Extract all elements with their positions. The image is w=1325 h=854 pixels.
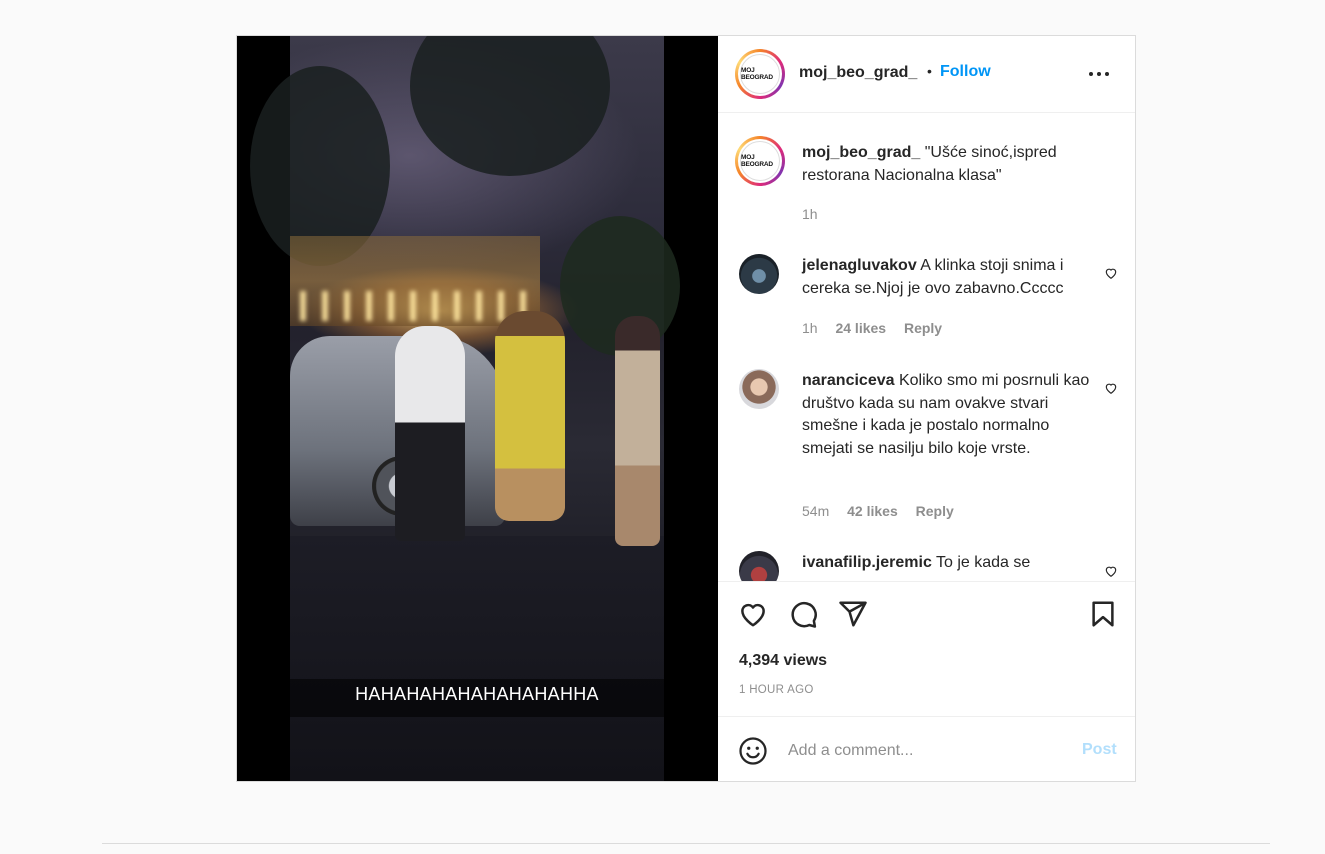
comment-input[interactable] bbox=[788, 737, 1068, 765]
footer-divider bbox=[102, 843, 1270, 844]
post-header: MOJ BEOGRAD moj_beo_grad_ • Follow bbox=[718, 36, 1135, 113]
reply-button[interactable]: Reply bbox=[916, 503, 954, 519]
comment-username[interactable]: jelenagluvakov bbox=[802, 257, 917, 274]
comment-username[interactable]: ivanafilip.jeremic bbox=[802, 554, 932, 571]
bookmark-icon[interactable] bbox=[1088, 599, 1118, 629]
comment: naranciceva Koliko smo mi posrnuli kao d… bbox=[802, 370, 1092, 460]
caption-username[interactable]: moj_beo_grad_ bbox=[802, 144, 920, 161]
emoji-icon[interactable] bbox=[738, 736, 768, 766]
more-horizontal-icon[interactable] bbox=[1089, 66, 1113, 80]
comment-meta: 1h 24 likes Reply bbox=[802, 320, 956, 336]
caption-time[interactable]: 1h bbox=[802, 206, 818, 222]
post-sidebar: MOJ BEOGRAD moj_beo_grad_ • Follow MOJ B… bbox=[718, 36, 1135, 781]
comment-avatar[interactable] bbox=[739, 369, 779, 409]
post-time[interactable]: 1 HOUR AGO bbox=[739, 684, 814, 696]
video-player[interactable]: HAHAHAHAHAHAHAHAHHA bbox=[237, 36, 718, 781]
comment-username[interactable]: naranciceva bbox=[802, 372, 895, 389]
tree-silhouette bbox=[410, 36, 610, 176]
moj-beograd-logo: MOJ BEOGRAD bbox=[740, 54, 780, 94]
avatar-frame: MOJ BEOGRAD bbox=[738, 139, 782, 183]
avatar-frame: MOJ BEOGRAD bbox=[738, 52, 782, 96]
reply-button[interactable]: Reply bbox=[904, 320, 942, 336]
header-avatar[interactable]: MOJ BEOGRAD bbox=[735, 49, 785, 99]
caption: moj_beo_grad_ "Ušće sinoć,ispred restora… bbox=[802, 142, 1092, 187]
views-count[interactable]: 4,394 views bbox=[739, 652, 827, 670]
header-separator: • bbox=[927, 63, 932, 79]
comment-avatar[interactable] bbox=[739, 551, 779, 581]
video-subtitle: HAHAHAHAHAHAHAHAHHA bbox=[355, 684, 599, 704]
follow-button[interactable]: Follow bbox=[940, 63, 991, 81]
comment-time[interactable]: 1h bbox=[802, 320, 818, 336]
post-comment-button[interactable]: Post bbox=[1082, 741, 1117, 759]
post-actions: 4,394 views 1 HOUR AGO bbox=[718, 581, 1135, 716]
comments-list[interactable]: MOJ BEOGRAD moj_beo_grad_ "Ušće sinoć,is… bbox=[718, 113, 1135, 581]
heart-icon[interactable] bbox=[738, 599, 768, 629]
person-woman-beige-dress bbox=[615, 316, 660, 546]
share-icon[interactable] bbox=[838, 599, 868, 629]
add-comment-bar: Post bbox=[718, 716, 1135, 781]
comment-likes[interactable]: 24 likes bbox=[835, 320, 886, 336]
comment: ivanafilip.jeremic To je kada se bbox=[802, 552, 1092, 575]
comment-text: To je kada se bbox=[936, 554, 1031, 571]
header-username[interactable]: moj_beo_grad_ bbox=[799, 64, 917, 82]
ground bbox=[290, 536, 664, 781]
heart-icon[interactable] bbox=[1104, 266, 1118, 280]
dot bbox=[1089, 72, 1093, 76]
comment-avatar[interactable] bbox=[739, 254, 779, 294]
moj-beograd-logo: MOJ BEOGRAD bbox=[740, 141, 780, 181]
dot bbox=[1105, 72, 1109, 76]
string-lights bbox=[300, 291, 530, 321]
comment: jelenagluvakov A klinka stoji snima i ce… bbox=[802, 255, 1092, 300]
post-card: HAHAHAHAHAHAHAHAHHA MOJ BEOGRAD moj_beo_… bbox=[236, 35, 1136, 782]
dot bbox=[1097, 72, 1101, 76]
caption-meta: 1h bbox=[802, 206, 832, 222]
person-man bbox=[395, 326, 465, 541]
comment-meta: 54m 42 likes Reply bbox=[802, 503, 968, 519]
video-frame[interactable] bbox=[250, 36, 680, 781]
person-woman-yellow-dress bbox=[495, 311, 565, 521]
comment-likes[interactable]: 42 likes bbox=[847, 503, 898, 519]
heart-icon[interactable] bbox=[1104, 564, 1118, 578]
caption-avatar[interactable]: MOJ BEOGRAD bbox=[735, 136, 785, 186]
heart-icon[interactable] bbox=[1104, 381, 1118, 395]
comment-icon[interactable] bbox=[788, 599, 818, 629]
comment-time[interactable]: 54m bbox=[802, 503, 829, 519]
